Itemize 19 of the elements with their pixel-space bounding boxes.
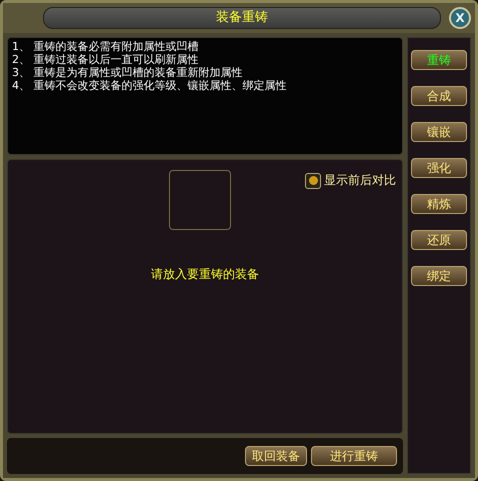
tab[interactable]: 绑定	[411, 266, 467, 286]
window-title: 装备重铸	[43, 7, 441, 29]
rule-text: 1、 重铸的装备必需有附加属性或凹槽	[12, 40, 200, 53]
checkbox-label: 显示前后对比	[324, 172, 396, 189]
tab[interactable]: 镶嵌	[411, 122, 467, 142]
rule-text: 4、 重铸不会改变装备的强化等级、镶嵌属性、绑定属性	[12, 79, 288, 92]
action-button[interactable]: 取回装备	[245, 446, 307, 466]
close-button[interactable]: X	[449, 7, 471, 29]
tab[interactable]: 合成	[411, 86, 467, 106]
rule-text: 2、 重铸过装备以后一直可以刷新属性	[12, 53, 200, 66]
tab[interactable]: 强化	[411, 158, 467, 178]
checkbox[interactable]	[305, 172, 321, 188]
rule-text: 3、 重铸是为有属性或凹槽的装备重新附加属性	[12, 66, 244, 79]
tab[interactable]: 精炼	[411, 194, 467, 214]
tab[interactable]: 重铸	[411, 50, 467, 70]
item-slot[interactable]	[169, 170, 231, 230]
hint-text: 请放入要重铸的装备	[150, 266, 260, 283]
tab[interactable]: 还原	[411, 230, 467, 250]
action-button[interactable]: 进行重铸	[311, 446, 397, 466]
